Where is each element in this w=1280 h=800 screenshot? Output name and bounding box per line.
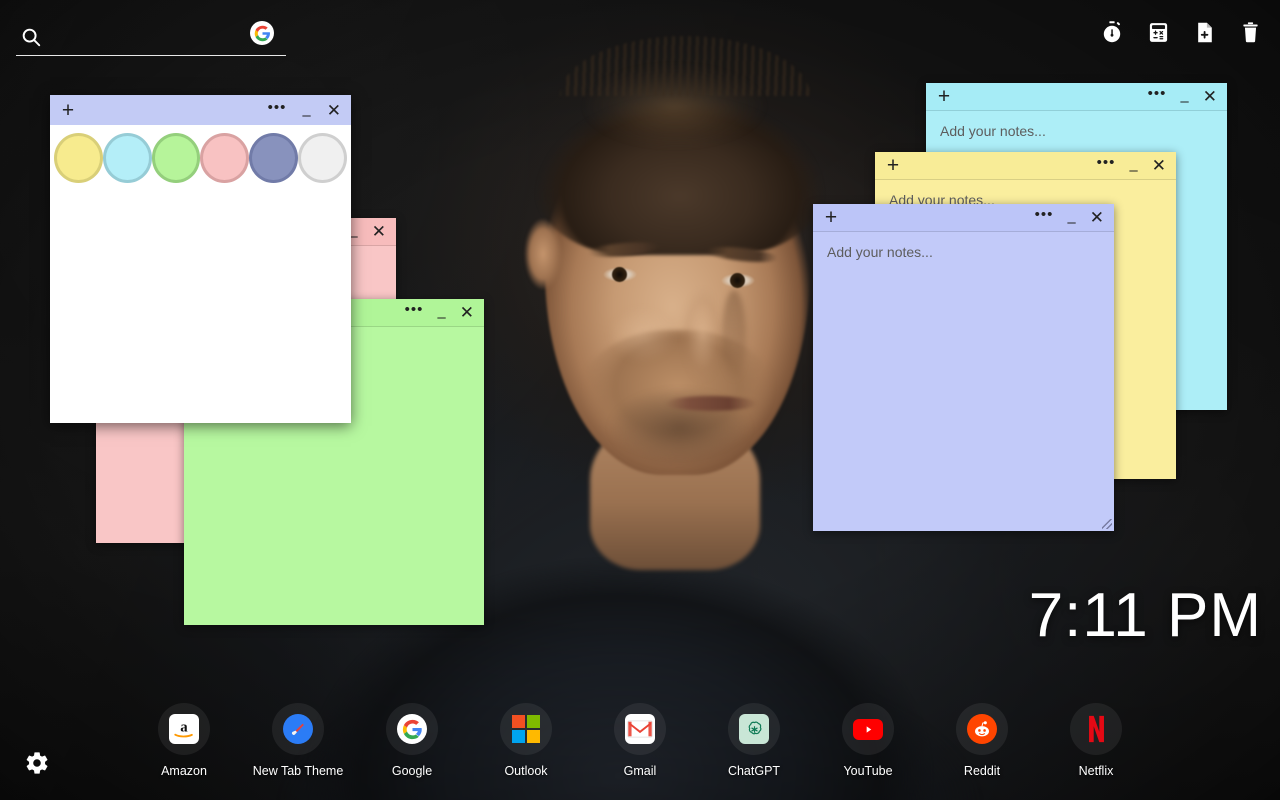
- sticky-note-purple-text-area[interactable]: Add your notes...: [813, 232, 1114, 531]
- sticky-note-purple-add-button[interactable]: +: [822, 207, 840, 228]
- color-swatch-row: [50, 125, 351, 183]
- dock-item-google-label: Google: [391, 764, 433, 778]
- search-icon: [20, 26, 42, 48]
- sticky-note-pink-close-button[interactable]: ✕: [372, 223, 386, 240]
- dock-item-new-tab-theme-label: New Tab Theme: [252, 764, 344, 778]
- dock-item-amazon-label: Amazon: [161, 764, 207, 778]
- dock-item-chatgpt-label: ChatGPT: [727, 764, 781, 778]
- stopwatch-icon[interactable]: [1098, 18, 1126, 46]
- sticky-note-yellow-add-button[interactable]: +: [884, 155, 902, 176]
- sticky-note-cyan-close-button[interactable]: ✕: [1203, 88, 1217, 105]
- new-note-icon[interactable]: [1190, 18, 1218, 46]
- swatch-pink[interactable]: [200, 133, 250, 183]
- openai-icon: [728, 703, 780, 755]
- color-palette-window[interactable]: + ••• – ✕: [50, 95, 351, 423]
- swatch-white[interactable]: [298, 133, 347, 183]
- dock-item-outlook-label: Outlook: [504, 764, 548, 778]
- sticky-note-purple-resize-handle[interactable]: [1102, 519, 1112, 529]
- swatch-yellow[interactable]: [54, 133, 103, 183]
- clock-time: 7:11 PM: [1028, 581, 1262, 650]
- sticky-note-purple-minimize-button[interactable]: –: [1067, 215, 1075, 230]
- swatch-purple[interactable]: [249, 133, 299, 183]
- dock-item-netflix-label: Netflix: [1078, 764, 1114, 778]
- dock-item-reddit[interactable]: Reddit: [946, 703, 1018, 778]
- dock-item-chatgpt[interactable]: ChatGPT: [718, 703, 790, 778]
- sticky-note-purple-menu-button[interactable]: •••: [1035, 207, 1054, 222]
- gmail-icon: [614, 703, 666, 755]
- dock-item-outlook[interactable]: Outlook: [490, 703, 562, 778]
- google-g-icon: [386, 703, 438, 755]
- palette-add-button[interactable]: +: [59, 100, 77, 121]
- sticky-note-cyan-minimize-button[interactable]: –: [1180, 94, 1188, 109]
- sticky-note-yellow-close-button[interactable]: ✕: [1152, 157, 1166, 174]
- amazon-icon: a: [158, 703, 210, 755]
- sticky-note-green-minimize-button[interactable]: –: [437, 310, 445, 325]
- sticky-note-cyan-add-button[interactable]: +: [935, 86, 953, 107]
- dock-item-amazon[interactable]: a Amazon: [148, 703, 220, 778]
- sticky-note-purple-close-button[interactable]: ✕: [1090, 209, 1104, 226]
- sticky-note-yellow-minimize-button[interactable]: –: [1129, 163, 1137, 178]
- microsoft-icon: [500, 703, 552, 755]
- palette-minimize-button[interactable]: –: [302, 108, 310, 123]
- gear-icon[interactable]: [24, 750, 50, 776]
- palette-menu-button[interactable]: •••: [268, 100, 287, 115]
- dock-item-gmail[interactable]: Gmail: [604, 703, 676, 778]
- swatch-green[interactable]: [151, 133, 201, 183]
- sticky-note-cyan-title-bar[interactable]: + ••• – ✕: [926, 83, 1227, 111]
- sticky-note-green-close-button[interactable]: ✕: [460, 304, 474, 321]
- dock-item-youtube[interactable]: YouTube: [832, 703, 904, 778]
- sticky-note-yellow-title-bar[interactable]: + ••• – ✕: [875, 152, 1176, 180]
- dock-item-youtube-label: YouTube: [843, 764, 893, 778]
- dock-item-google[interactable]: Google: [376, 703, 448, 778]
- dock-item-new-tab-theme[interactable]: New Tab Theme: [253, 703, 343, 778]
- sticky-note-purple-title-bar[interactable]: + ••• – ✕: [813, 204, 1114, 232]
- shortcut-dock: a Amazon New Tab Theme Google Outlook Gm…: [0, 703, 1280, 778]
- google-g-icon[interactable]: [250, 21, 274, 45]
- calculator-icon[interactable]: [1144, 18, 1172, 46]
- netflix-icon: [1070, 703, 1122, 755]
- trash-icon[interactable]: [1236, 18, 1264, 46]
- dock-item-netflix[interactable]: Netflix: [1060, 703, 1132, 778]
- swatch-cyan[interactable]: [102, 133, 152, 183]
- dock-item-reddit-label: Reddit: [963, 764, 1001, 778]
- svg-text:a: a: [180, 720, 188, 736]
- youtube-icon: [842, 703, 894, 755]
- dock-item-gmail-label: Gmail: [623, 764, 657, 778]
- palette-close-button[interactable]: ✕: [327, 102, 341, 119]
- desktop: –✕Add your notes...•••–✕Add your notes..…: [0, 0, 1280, 800]
- sticky-note-cyan-menu-button[interactable]: •••: [1148, 86, 1167, 101]
- paintbrush-icon: [272, 703, 324, 755]
- top-toolbar: [1098, 18, 1264, 46]
- sticky-note-purple[interactable]: + ••• – ✕ Add your notes...: [813, 204, 1114, 531]
- sticky-note-yellow-menu-button[interactable]: •••: [1097, 155, 1116, 170]
- palette-title-bar[interactable]: + ••• – ✕: [50, 95, 351, 125]
- reddit-icon: [956, 703, 1008, 755]
- sticky-note-green-menu-button[interactable]: •••: [405, 302, 424, 317]
- search-bar[interactable]: [16, 18, 286, 56]
